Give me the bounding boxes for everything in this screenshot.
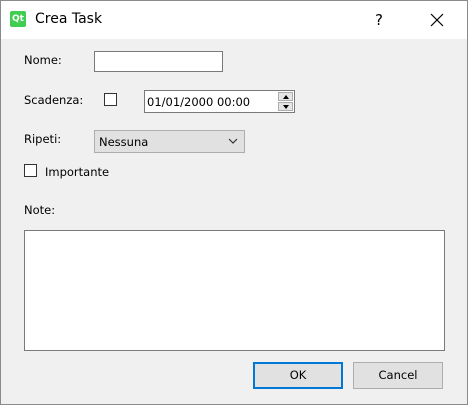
datetime-spin-up-button[interactable] (278, 92, 293, 101)
create-task-dialog: Qt Crea Task ? Nome: Scadenza: 01/01/200… (0, 0, 468, 405)
deadline-label: Scadenza: (24, 93, 84, 107)
deadline-datetime-edit[interactable]: 01/01/2000 00:00 (144, 90, 295, 113)
repeat-selected-value: Nessuna (99, 135, 149, 149)
deadline-checkbox[interactable] (104, 93, 117, 106)
important-label[interactable]: Importante (45, 165, 109, 179)
spin-down-icon (283, 105, 289, 109)
close-button[interactable] (419, 1, 455, 39)
datetime-spin-down-button[interactable] (278, 102, 293, 111)
chevron-down-icon (228, 138, 238, 144)
title-bar: Qt Crea Task ? (1, 1, 467, 39)
important-checkbox[interactable] (24, 164, 37, 177)
name-label: Nome: (24, 53, 62, 67)
close-icon (430, 13, 444, 27)
qt-logo-icon: Qt (10, 11, 26, 27)
window-title: Crea Task (35, 11, 103, 27)
cancel-button[interactable]: Cancel (353, 362, 443, 389)
notes-textarea[interactable] (24, 230, 445, 351)
repeat-combobox[interactable]: Nessuna (94, 130, 245, 153)
ok-button[interactable]: OK (253, 362, 343, 389)
spin-up-icon (283, 95, 289, 99)
notes-label: Note: (24, 203, 56, 217)
name-input[interactable] (94, 51, 223, 72)
repeat-label: Ripeti: (24, 132, 62, 146)
deadline-datetime-value: 01/01/2000 00:00 (147, 95, 251, 109)
help-button[interactable]: ? (364, 1, 394, 39)
